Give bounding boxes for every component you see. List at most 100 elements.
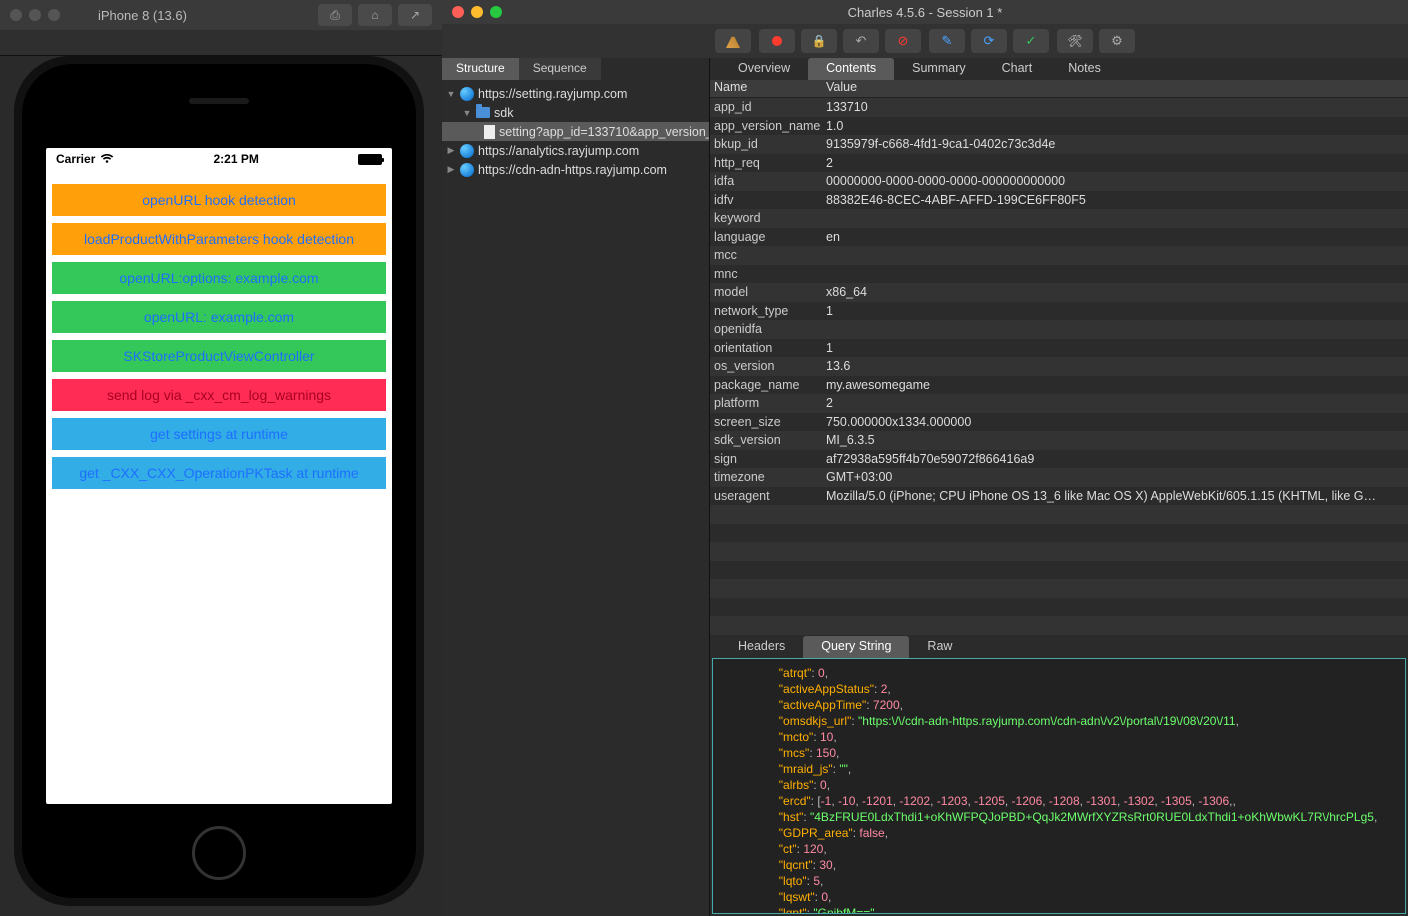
table-row <box>710 542 1408 561</box>
param-name: bkup_id <box>710 137 822 151</box>
globe-icon <box>460 87 474 101</box>
validate-button[interactable] <box>1013 29 1049 53</box>
home-hw-button[interactable] <box>192 826 246 880</box>
param-name: screen_size <box>710 415 822 429</box>
param-name: mcc <box>710 248 822 262</box>
table-row <box>710 561 1408 580</box>
param-name: app_version_name <box>710 119 822 133</box>
table-row[interactable]: network_type1 <box>710 302 1408 321</box>
table-row[interactable]: modelx86_64 <box>710 283 1408 302</box>
screenshot-button[interactable]: ⎙ <box>318 4 352 26</box>
tab-raw[interactable]: Raw <box>909 636 970 658</box>
table-row[interactable]: platform2 <box>710 394 1408 413</box>
table-row[interactable]: mcc <box>710 246 1408 265</box>
param-name: openidfa <box>710 322 822 336</box>
tab-structure[interactable]: Structure <box>442 58 519 80</box>
table-row[interactable]: languageen <box>710 228 1408 247</box>
table-row <box>710 524 1408 543</box>
tab-headers[interactable]: Headers <box>720 636 803 658</box>
table-row[interactable]: sdk_versionMI_6.3.5 <box>710 431 1408 450</box>
tools-button[interactable] <box>1057 29 1093 53</box>
table-row[interactable]: keyword <box>710 209 1408 228</box>
param-value: 88382E46-8CEC-4ABF-AFFD-199CE6FF80F5 <box>822 193 1408 207</box>
charles-title: Charles 4.5.6 - Session 1 * <box>442 5 1408 20</box>
tree-folder[interactable]: ▼sdk <box>442 103 709 122</box>
param-name: platform <box>710 396 822 410</box>
app-button[interactable]: openURL:options: example.com <box>52 262 386 294</box>
table-row[interactable]: idfv88382E46-8CEC-4ABF-AFFD-199CE6FF80F5 <box>710 191 1408 210</box>
tab-notes[interactable]: Notes <box>1050 58 1119 80</box>
table-row[interactable]: os_version13.6 <box>710 357 1408 376</box>
param-value: 2 <box>822 396 1408 410</box>
param-name: sdk_version <box>710 433 822 447</box>
tree-host[interactable]: ▼https://setting.rayjump.com <box>442 84 709 103</box>
table-row[interactable]: openidfa <box>710 320 1408 339</box>
app-button[interactable]: loadProductWithParameters hook detection <box>52 223 386 255</box>
table-row[interactable]: idfa00000000-0000-0000-0000-000000000000 <box>710 172 1408 191</box>
traffic-lights[interactable] <box>452 6 502 18</box>
param-value: 13.6 <box>822 359 1408 373</box>
table-row[interactable]: app_version_name1.0 <box>710 117 1408 136</box>
param-value: Mozilla/5.0 (iPhone; CPU iPhone OS 13_6 … <box>822 489 1408 503</box>
tree-host[interactable]: ▶https://cdn-adn-https.rayjump.com <box>442 160 709 179</box>
settings-button[interactable] <box>1099 29 1135 53</box>
tree-host[interactable]: ▶https://analytics.rayjump.com <box>442 141 709 160</box>
speaker <box>189 98 249 104</box>
table-row[interactable]: timezoneGMT+03:00 <box>710 468 1408 487</box>
table-row[interactable]: useragentMozilla/5.0 (iPhone; CPU iPhone… <box>710 487 1408 506</box>
home-button[interactable]: ⌂ <box>358 4 392 26</box>
table-row[interactable]: signaf72938a595ff4b70e59072f866416a9 <box>710 450 1408 469</box>
app-button[interactable]: get settings at runtime <box>52 418 386 450</box>
tab-chart[interactable]: Chart <box>984 58 1051 80</box>
ssl-button[interactable] <box>801 29 837 53</box>
clear-button[interactable] <box>715 29 751 53</box>
globe-icon <box>460 144 474 158</box>
throttle-button[interactable] <box>843 29 879 53</box>
tree-request[interactable]: setting?app_id=133710&app_version_n <box>442 122 709 141</box>
charles-window: Charles 4.5.6 - Session 1 * Structure Se… <box>442 0 1408 916</box>
app-button-list: openURL hook detection loadProductWithPar… <box>46 170 392 503</box>
tab-summary[interactable]: Summary <box>894 58 983 80</box>
app-button[interactable]: send log via _cxx_cm_log_warnings <box>52 379 386 411</box>
app-button[interactable]: get _CXX_CXX_OperationPKTask at runtime <box>52 457 386 489</box>
carrier-label: Carrier <box>56 152 95 166</box>
tree-label: https://cdn-adn-https.rayjump.com <box>478 163 667 177</box>
param-value: 9135979f-c668-4fd1-9ca1-0402c73c3d4e <box>822 137 1408 151</box>
table-row[interactable]: orientation1 <box>710 339 1408 358</box>
tree-tabs: Structure Sequence <box>442 58 709 80</box>
record-button[interactable] <box>759 29 795 53</box>
repeat-button[interactable] <box>971 29 1007 53</box>
table-row[interactable]: mnc <box>710 265 1408 284</box>
param-name: timezone <box>710 470 822 484</box>
tab-query-string[interactable]: Query String <box>803 636 909 658</box>
detail-panel: Overview Contents Summary Chart Notes Na… <box>710 58 1408 916</box>
table-row[interactable]: http_req2 <box>710 154 1408 173</box>
param-name: idfv <box>710 193 822 207</box>
param-value: MI_6.3.5 <box>822 433 1408 447</box>
param-value: 00000000-0000-0000-0000-000000000000 <box>822 174 1408 188</box>
table-row[interactable]: package_namemy.awesomegame <box>710 376 1408 395</box>
table-row[interactable]: bkup_id9135979f-c668-4fd1-9ca1-0402c73c3… <box>710 135 1408 154</box>
compose-button[interactable] <box>929 29 965 53</box>
table-row[interactable]: app_id133710 <box>710 98 1408 117</box>
tab-overview[interactable]: Overview <box>720 58 808 80</box>
app-button[interactable]: SKStoreProductViewController <box>52 340 386 372</box>
rotate-button[interactable]: ↗ <box>398 4 432 26</box>
json-viewer[interactable]: "atrqt": 0, "activeAppStatus": 2, "activ… <box>712 658 1406 914</box>
table-row <box>710 505 1408 524</box>
breakpoints-button[interactable] <box>885 29 921 53</box>
tab-sequence[interactable]: Sequence <box>519 58 601 80</box>
table-row <box>710 579 1408 598</box>
param-value: af72938a595ff4b70e59072f866416a9 <box>822 452 1408 466</box>
param-value: GMT+03:00 <box>822 470 1408 484</box>
clock: 2:21 PM <box>214 152 259 166</box>
app-button[interactable]: openURL: example.com <box>52 301 386 333</box>
traffic-lights[interactable] <box>10 9 60 21</box>
table-row[interactable]: screen_size750.000000x1334.000000 <box>710 413 1408 432</box>
globe-icon <box>460 163 474 177</box>
charles-toolbar <box>442 24 1408 58</box>
tab-contents[interactable]: Contents <box>808 58 894 80</box>
param-value: 1 <box>822 341 1408 355</box>
app-button[interactable]: openURL hook detection <box>52 184 386 216</box>
status-bar: Carrier 2:21 PM <box>46 148 392 170</box>
